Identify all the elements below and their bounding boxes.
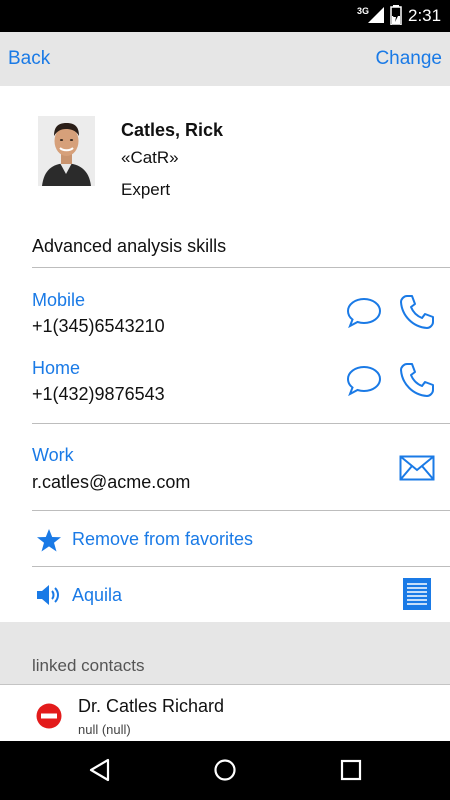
back-nav-icon[interactable] <box>88 757 112 783</box>
signal-icon <box>368 7 384 23</box>
clock: 2:31 <box>408 6 442 25</box>
navigation-bar <box>0 741 450 800</box>
phone-label-home: Home <box>32 358 81 378</box>
linked-contact-name: Dr. Catles Richard <box>78 696 225 716</box>
phone-number-mobile[interactable]: +1(345)6543210 <box>32 316 165 337</box>
contact-name: Catles, Rick <box>121 120 224 140</box>
change-button[interactable]: Change <box>375 48 442 70</box>
recents-nav-icon[interactable] <box>339 757 363 783</box>
message-icon[interactable] <box>346 296 382 328</box>
phone-icon[interactable] <box>398 293 436 331</box>
message-icon[interactable] <box>346 364 382 396</box>
home-nav-icon[interactable] <box>213 757 237 783</box>
linked-contacts-header: linked contacts <box>32 656 145 675</box>
phone-icon[interactable] <box>398 361 436 399</box>
remove-favorite-label: Remove from favorites <box>72 529 254 549</box>
divider <box>32 566 450 567</box>
linked-contact-sub: null (null) <box>78 722 131 737</box>
star-icon <box>37 529 61 552</box>
document-list-icon[interactable] <box>403 578 431 610</box>
remove-favorite-button[interactable]: Remove from favorites <box>0 512 450 566</box>
divider <box>32 510 450 511</box>
battery-icon <box>390 5 402 25</box>
email-label-work: Work <box>32 445 74 465</box>
back-button[interactable]: Back <box>8 48 50 70</box>
phone-label-mobile: Mobile <box>32 290 86 310</box>
linked-contact-item[interactable]: Dr. Catles Richard null (null) <box>0 685 450 741</box>
email-address[interactable]: r.catles@acme.com <box>32 472 190 493</box>
aquila-row[interactable]: Aquila <box>0 568 450 620</box>
contact-nickname: «CatR» <box>121 148 179 167</box>
contact-skills: Advanced analysis skills <box>32 236 227 256</box>
aquila-label: Aquila <box>72 585 123 605</box>
linked-contacts-section: linked contacts <box>0 622 450 684</box>
avatar-photo <box>38 116 95 186</box>
contact-title: Expert <box>121 180 171 199</box>
speaker-icon <box>37 585 59 605</box>
top-bar: Back Change <box>0 32 450 86</box>
avatar <box>38 116 95 186</box>
phone-number-home[interactable]: +1(432)9876543 <box>32 384 165 405</box>
divider <box>32 267 450 268</box>
divider <box>32 423 450 424</box>
remove-link-icon[interactable] <box>36 703 62 729</box>
status-bar: 3G 2:31 <box>0 0 450 32</box>
mail-icon[interactable] <box>399 455 435 481</box>
